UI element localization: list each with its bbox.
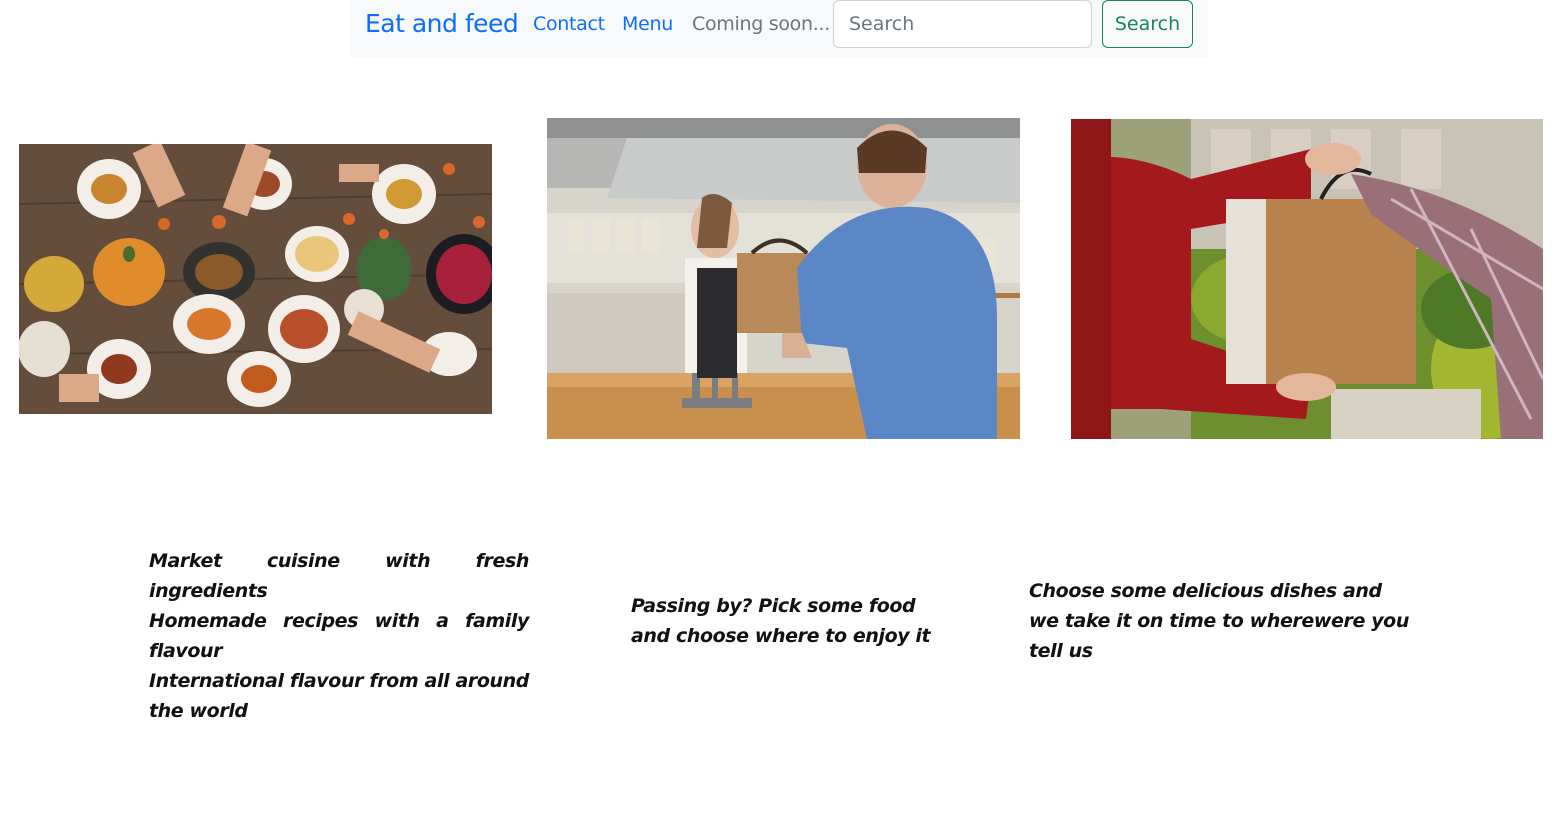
caption-fresh-ingredients: Market cuisine with fresh ingredients Ho… — [149, 546, 529, 726]
caption-delivery: Choose some delicious dishes and we take… — [1029, 576, 1429, 666]
caption-takeaway: Passing by? Pick some food and choose wh… — [631, 591, 941, 651]
caption-line: Passing by? Pick some food and choose wh… — [631, 595, 931, 647]
caption-line: we take it on time to wherewere you tell… — [1029, 610, 1409, 662]
caption-line: Choose some delicious dishes and — [1029, 580, 1382, 602]
nav-link-menu[interactable]: Menu — [622, 13, 673, 35]
food-table-photo — [19, 144, 492, 414]
search-input[interactable] — [833, 0, 1092, 48]
caption-line: International flavour from all around th… — [149, 670, 529, 722]
nav-link-coming-soon[interactable]: Coming soon... — [692, 13, 830, 35]
caption-line: Market cuisine with fresh ingredients — [149, 550, 529, 602]
counter-takeaway-photo — [547, 118, 1020, 439]
bag-delivery-photo — [1071, 119, 1543, 439]
brand-link[interactable]: Eat and feed — [365, 9, 519, 38]
search-button[interactable]: Search — [1102, 0, 1193, 48]
navbar: Eat and feed Contact Menu Coming soon...… — [350, 0, 1208, 58]
caption-line: Homemade recipes with a family flavour — [149, 610, 529, 662]
nav-link-contact[interactable]: Contact — [533, 13, 605, 35]
